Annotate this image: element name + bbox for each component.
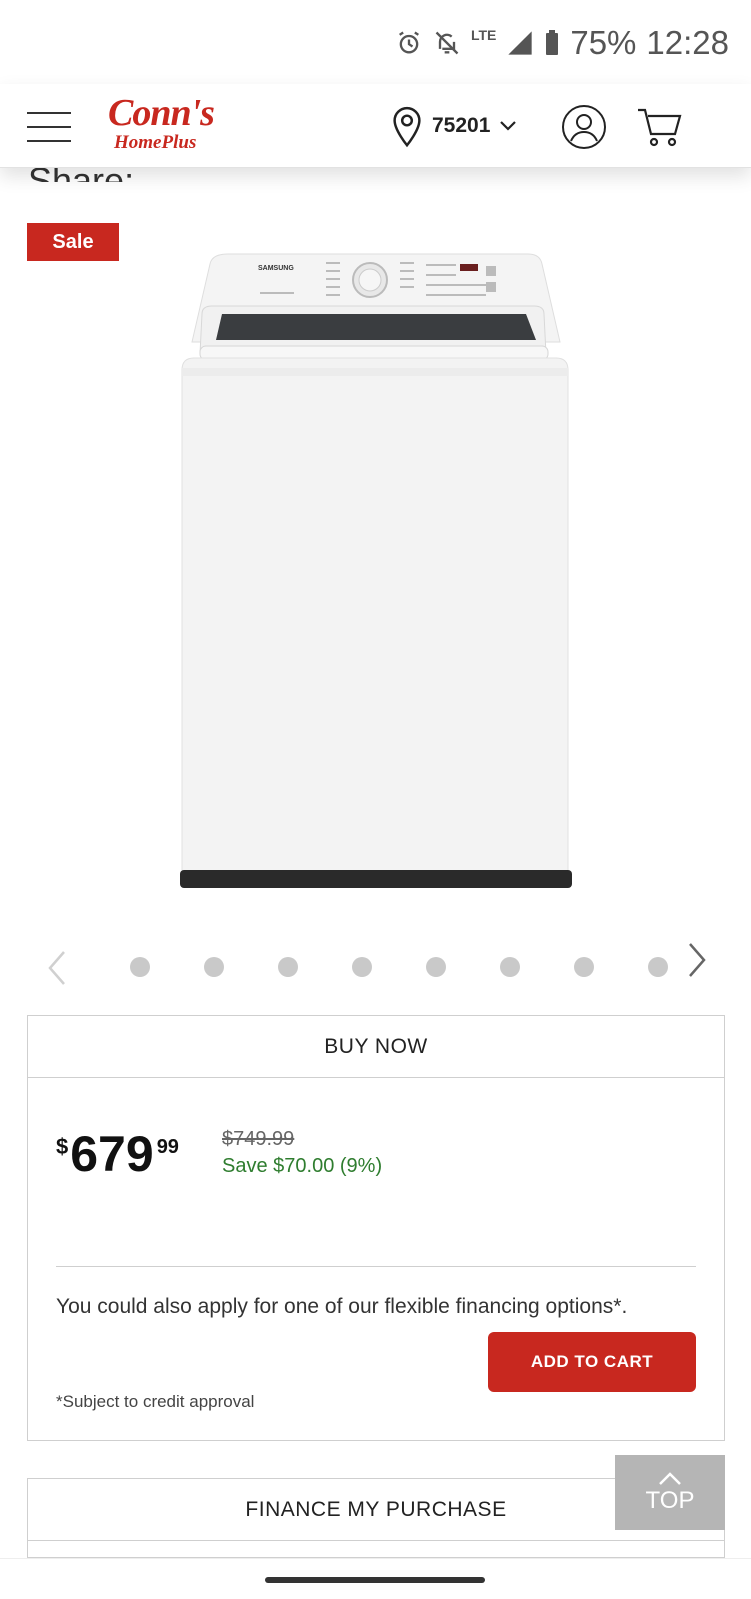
user-icon: [562, 105, 606, 149]
credit-approval-note: *Subject to credit approval: [56, 1392, 255, 1411]
logo-text-homeplus: HomePlus: [114, 132, 197, 153]
carousel-dot[interactable]: [278, 957, 298, 977]
product-image-washer[interactable]: SAMSUNG: [180, 250, 572, 900]
image-carousel-controls: [0, 940, 751, 990]
product-brand-text: SAMSUNG: [258, 265, 294, 272]
menu-icon[interactable]: [27, 112, 71, 142]
chevron-left-icon: [48, 951, 65, 985]
back-to-top-button[interactable]: TOP: [615, 1455, 725, 1530]
price-dollars: 679: [70, 1126, 154, 1182]
signal-icon: [508, 31, 533, 55]
conns-logo[interactable]: Conn's HomePlus: [108, 94, 218, 160]
chevron-right-icon: [689, 943, 706, 977]
divider: [56, 1266, 696, 1267]
carousel-dot[interactable]: [352, 957, 372, 977]
carousel-dot[interactable]: [130, 957, 150, 977]
account-button[interactable]: [561, 104, 607, 155]
carousel-dot[interactable]: [426, 957, 446, 977]
back-to-top-label: TOP: [645, 1486, 695, 1514]
map-pin-icon: [393, 106, 421, 148]
carousel-dot[interactable]: [574, 957, 594, 977]
price-currency: $: [56, 1134, 69, 1159]
notifications-off-icon: [435, 31, 459, 55]
carousel-next-button[interactable]: [686, 940, 710, 985]
battery-icon: [546, 30, 559, 55]
carousel-prev-button[interactable]: [44, 948, 68, 993]
original-price: $749.99: [222, 1128, 295, 1150]
zip-code: 75201: [432, 114, 491, 137]
location-selector[interactable]: 75201: [390, 104, 518, 148]
logo-text-conns: Conn's: [108, 92, 215, 134]
chevron-down-icon: [500, 121, 517, 131]
carousel-dot[interactable]: [500, 957, 520, 977]
buy-now-panel: BUY NOW $ 679 99 $749.99 Save $70.00 (9%…: [27, 1015, 725, 1441]
site-header: Conn's HomePlus 75201: [0, 84, 751, 168]
lte-indicator: LTE: [470, 27, 497, 43]
status-icons: LTE 75% 12:28: [395, 24, 729, 62]
carousel-dot[interactable]: [204, 957, 224, 977]
financing-message: You could also apply for one of our flex…: [56, 1295, 628, 1318]
sale-badge: Sale: [27, 223, 119, 261]
price-cents: 99: [156, 1136, 179, 1158]
savings-text: Save $70.00 (9%): [222, 1155, 383, 1177]
add-to-cart-button[interactable]: ADD TO CART: [488, 1332, 696, 1392]
cart-button[interactable]: [636, 106, 682, 153]
chevron-up-icon: [659, 1471, 681, 1485]
cart-icon: [638, 108, 682, 147]
sale-price: $ 679 99: [56, 1128, 179, 1180]
battery-percent: 75%: [570, 24, 637, 61]
home-gesture-bar[interactable]: [265, 1577, 485, 1583]
status-bar: LTE 75% 12:28: [0, 0, 751, 84]
system-nav-bar: [0, 1558, 751, 1599]
clock-time: 12:28: [646, 24, 729, 61]
carousel-dot[interactable]: [648, 957, 668, 977]
alarm-icon: [398, 31, 419, 54]
buy-now-heading: BUY NOW: [28, 1016, 724, 1078]
carousel-dots: [130, 957, 670, 981]
